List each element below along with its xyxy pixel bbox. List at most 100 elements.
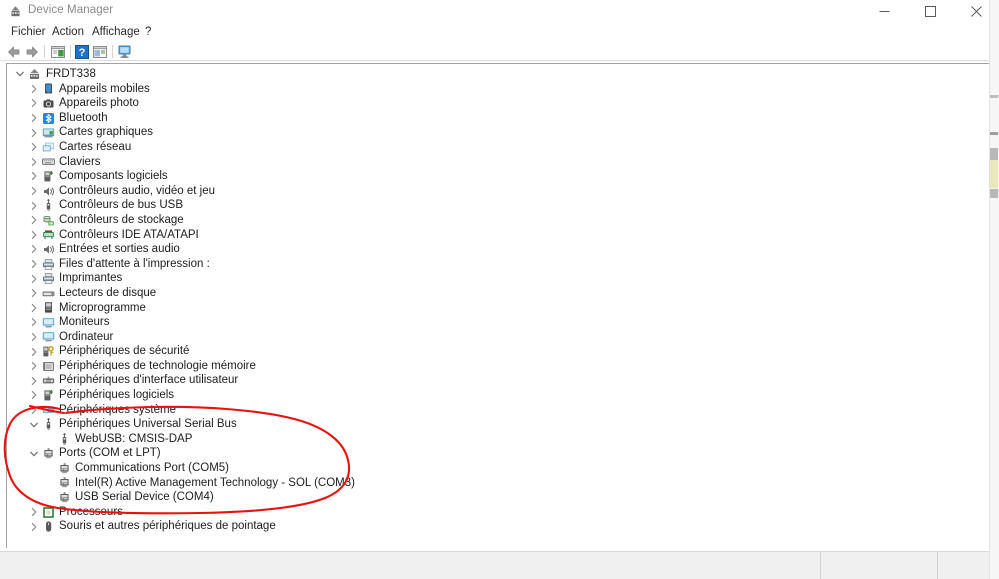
display-adapter-icon (42, 126, 55, 139)
chevron-down-icon[interactable] (29, 420, 39, 430)
tree-row[interactable]: WebUSB: CMSIS-DAP (7, 432, 993, 447)
tree-row[interactable]: Périphériques de technologie mémoire (7, 359, 993, 374)
tree-row[interactable]: Périphériques d'interface utilisateur (7, 373, 993, 388)
chevron-right-icon[interactable] (29, 332, 39, 342)
menu-affichage[interactable]: Affichage (90, 26, 142, 38)
chevron-right-icon[interactable] (29, 317, 39, 327)
tree-row[interactable]: Processeurs (7, 505, 993, 520)
tree-item-label: Lecteurs de disque (59, 286, 157, 299)
tree-item-label: FRDT338 (46, 68, 96, 80)
chevron-right-icon[interactable] (29, 171, 39, 181)
device-manager-window: Device Manager Fichier Action Affichage … (0, 0, 999, 579)
show-hide-console-tree-icon[interactable] (50, 44, 66, 60)
tree-row[interactable]: Souris et autres périphériques de pointa… (7, 519, 993, 534)
tree-row[interactable]: Ordinateur (7, 330, 993, 345)
tree-row[interactable]: USB Serial Device (COM4) (7, 490, 993, 505)
chevron-right-icon[interactable] (29, 113, 39, 123)
chevron-right-icon[interactable] (29, 522, 39, 532)
maximize-button[interactable] (907, 0, 953, 23)
menu-help[interactable]: ? (143, 26, 153, 38)
tree-row[interactable]: Intel(R) Active Management Technology - … (7, 476, 993, 491)
chevron-right-icon[interactable] (29, 390, 39, 400)
mobile-device-icon (42, 82, 55, 95)
tree-row[interactable]: Cartes réseau (7, 140, 993, 155)
chevron-right-icon[interactable] (29, 244, 39, 254)
monitor-icon (42, 316, 55, 329)
chevron-down-icon[interactable] (15, 69, 25, 79)
tree-item-label: Périphériques d'interface utilisateur (59, 374, 239, 387)
tree-row[interactable]: Imprimantes (7, 271, 993, 286)
forward-arrow-icon[interactable] (24, 44, 40, 60)
chevron-right-icon[interactable] (29, 347, 39, 357)
tree-item-label: Cartes réseau (59, 140, 132, 153)
camera-icon (42, 97, 55, 110)
tree-row[interactable]: Files d'attente à l'impression : (7, 257, 993, 272)
chevron-right-icon[interactable] (29, 215, 39, 225)
tree-row[interactable]: Communications Port (COM5) (7, 461, 993, 476)
tree-item-label: Intel(R) Active Management Technology - … (75, 476, 355, 489)
properties-icon[interactable] (92, 44, 108, 60)
tree-row[interactable]: Contrôleurs audio, vidéo et jeu (7, 184, 993, 199)
chevron-right-icon[interactable] (29, 405, 39, 415)
tree-row[interactable]: Entrées et sorties audio (7, 242, 993, 257)
scan-hardware-changes-icon[interactable] (117, 44, 133, 60)
scrollbar-thumb[interactable] (990, 148, 998, 160)
tree-row[interactable]: Appareils mobiles (7, 82, 993, 97)
tree-item-label: Cartes graphiques (59, 126, 153, 139)
chevron-right-icon[interactable] (29, 84, 39, 94)
tree-item-label: Contrôleurs IDE ATA/ATAPI (59, 228, 199, 241)
device-tree-panel[interactable]: FRDT338 Appareils mobiles Appareils photo B… (6, 63, 993, 548)
chevron-right-icon[interactable] (29, 201, 39, 211)
chevron-right-icon[interactable] (29, 186, 39, 196)
tree-row[interactable]: Périphériques logiciels (7, 388, 993, 403)
menu-action[interactable]: Action (50, 26, 86, 38)
ide-controller-icon (42, 228, 55, 241)
tree-row[interactable]: Claviers (7, 155, 993, 170)
computer-node-icon (42, 330, 55, 343)
tree-row[interactable]: Ports (COM et LPT) (7, 446, 993, 461)
tree-item-label: Contrôleurs de stockage (59, 213, 184, 226)
chevron-right-icon[interactable] (29, 507, 39, 517)
tree-item-label: Claviers (59, 155, 101, 168)
chevron-right-icon[interactable] (29, 303, 39, 313)
tree-item-label: Périphériques système (59, 403, 176, 416)
menu-fichier[interactable]: Fichier (9, 26, 48, 38)
chevron-right-icon[interactable] (29, 98, 39, 108)
tree-row[interactable]: Cartes graphiques (7, 125, 993, 140)
chevron-right-icon[interactable] (29, 142, 39, 152)
chevron-right-icon[interactable] (29, 288, 39, 298)
chevron-right-icon[interactable] (29, 361, 39, 371)
tree-row[interactable]: Périphériques Universal Serial Bus (7, 417, 993, 432)
outer-scrollbar[interactable] (989, 0, 999, 579)
tree-row[interactable]: Composants logiciels (7, 169, 993, 184)
tree-row[interactable]: Contrôleurs de stockage (7, 213, 993, 228)
chevron-right-icon[interactable] (29, 157, 39, 167)
tree-row[interactable]: Appareils photo (7, 96, 993, 111)
port-icon (58, 462, 71, 475)
chevron-right-icon[interactable] (29, 376, 39, 386)
tree-row[interactable]: Moniteurs (7, 315, 993, 330)
tree-row[interactable]: FRDT338 (7, 67, 993, 82)
chevron-right-icon[interactable] (29, 128, 39, 138)
back-arrow-icon[interactable] (6, 44, 22, 60)
tree-item-label: Communications Port (COM5) (75, 462, 230, 475)
chevron-right-icon[interactable] (29, 274, 39, 284)
minimize-button[interactable] (861, 0, 907, 23)
tree-row[interactable]: Bluetooth (7, 111, 993, 126)
status-cell-secondary (821, 552, 938, 579)
tree-item-label: Contrôleurs de bus USB (59, 199, 184, 212)
scroll-marker-2 (990, 132, 998, 135)
tree-row[interactable]: Contrôleurs de bus USB (7, 198, 993, 213)
chevron-right-icon[interactable] (29, 230, 39, 240)
toolbar-bottom-divider (0, 60, 999, 61)
tree-row[interactable]: Périphériques de sécurité (7, 344, 993, 359)
tree-row[interactable]: Microprogramme (7, 301, 993, 316)
tree-row[interactable]: Lecteurs de disque (7, 286, 993, 301)
chevron-right-icon[interactable] (29, 259, 39, 269)
chevron-down-icon[interactable] (29, 449, 39, 459)
help-icon[interactable]: ? (74, 44, 90, 60)
tree-row[interactable]: Contrôleurs IDE ATA/ATAPI (7, 228, 993, 243)
tree-item-label: Souris et autres périphériques de pointa… (59, 520, 276, 533)
tree-row[interactable]: Périphériques système (7, 403, 993, 418)
memory-device-icon (42, 360, 55, 373)
